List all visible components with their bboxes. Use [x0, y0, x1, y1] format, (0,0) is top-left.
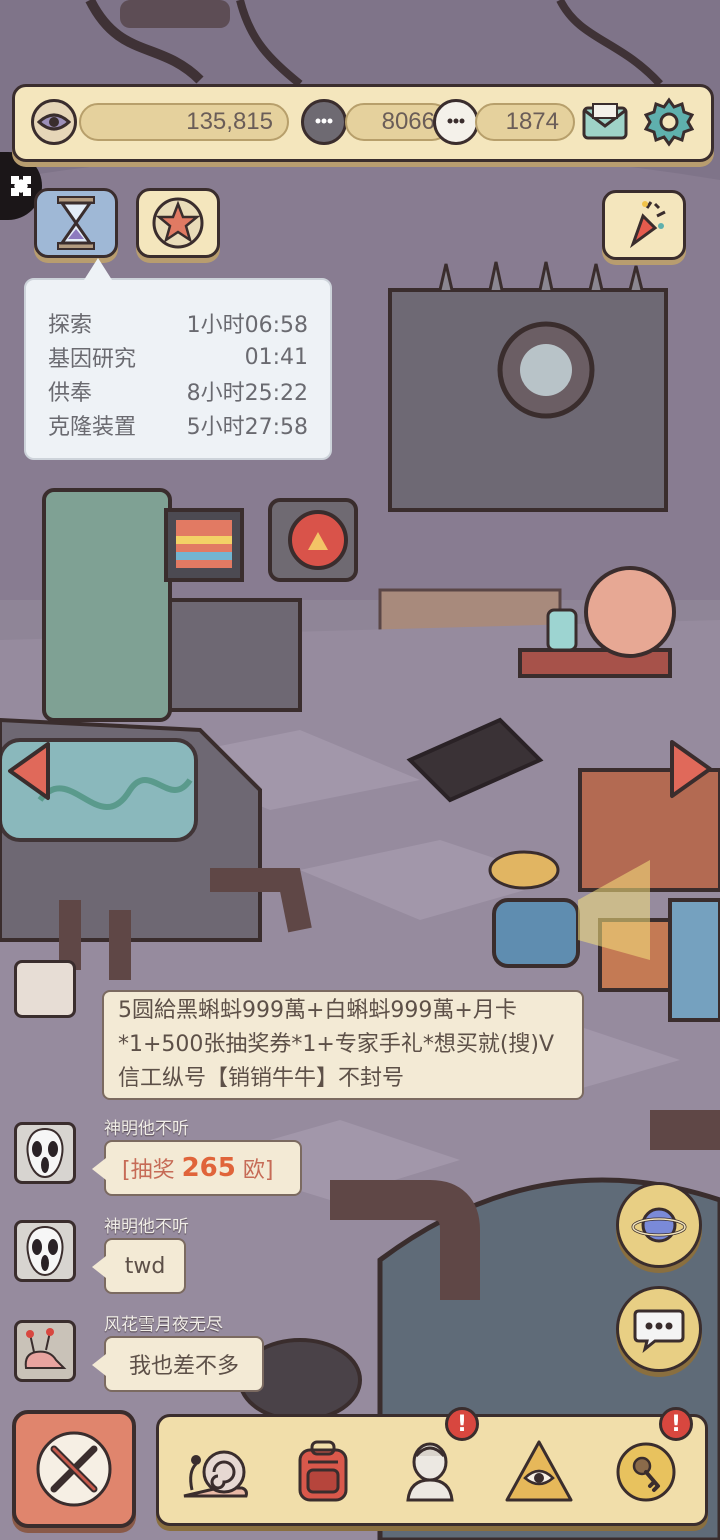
nav-snail[interactable] — [173, 1429, 257, 1513]
badge-symbol: ! — [456, 1411, 468, 1437]
previous-room-button[interactable] — [4, 740, 54, 802]
confetti-icon — [629, 201, 666, 249]
white-bubble-counter: 1874 — [475, 103, 575, 141]
lottery-prefix: [抽奖 — [122, 1158, 182, 1183]
sender-name: 神明他不听 — [104, 1119, 189, 1139]
main-action-button[interactable] — [12, 1410, 136, 1528]
white-bubble-value: 1874 — [505, 108, 559, 135]
backpack-icon — [298, 1440, 348, 1502]
snail-avatar-icon — [24, 1328, 67, 1369]
ghost-mask-icon — [26, 1127, 64, 1179]
eye-icon — [31, 99, 77, 145]
timer-row: 基因研究 01:41 — [48, 340, 308, 374]
timers-button[interactable] — [34, 188, 118, 258]
timer-time: 8小时25:22 — [186, 381, 308, 406]
badge-symbol: ! — [670, 1411, 682, 1437]
message-text: twd — [124, 1253, 166, 1279]
next-room-button[interactable] — [666, 738, 716, 800]
ghost-mask-icon — [26, 1225, 64, 1277]
sender-name: 神明他不听 — [104, 1217, 189, 1237]
avatar[interactable] — [14, 960, 76, 1018]
avatar[interactable] — [14, 1320, 76, 1382]
message-text: 我也差不多 — [128, 1354, 239, 1379]
mail-button[interactable] — [577, 97, 633, 147]
planet-icon — [631, 1207, 687, 1243]
snail-icon — [183, 1450, 248, 1498]
arrow-right-icon — [670, 740, 712, 798]
avatar[interactable] — [14, 1220, 76, 1282]
timer-time: 1小时06:58 — [186, 313, 308, 338]
achievements-button[interactable] — [136, 188, 220, 258]
gray-bubble-value: 8066 — [381, 108, 435, 135]
timer-row: 探索 1小时06:58 — [48, 306, 308, 340]
timer-row: 克隆装置 5小时27:58 — [48, 408, 308, 442]
lottery-amount: 265 — [181, 1153, 236, 1183]
chat-button[interactable] — [616, 1286, 702, 1372]
resource-bar: 135,815 8066 1874 — [12, 84, 714, 162]
pyramid-eye-icon — [505, 1440, 573, 1502]
notification-badge: ! — [659, 1407, 693, 1441]
timer-name: 克隆装置 — [48, 415, 137, 440]
mail-icon — [582, 103, 628, 140]
world-map-button[interactable] — [616, 1182, 702, 1268]
lottery-message: [抽奖 265 欧] — [92, 1140, 302, 1196]
hourglass-icon — [57, 196, 95, 250]
star-icon — [152, 197, 204, 249]
nav-key[interactable]: ! — [605, 1407, 693, 1513]
event-button[interactable] — [602, 190, 686, 260]
key-icon — [616, 1442, 676, 1502]
announcement-message: 5圆給黑蝌蚪999萬+白蝌蚪999萬+月卡*1+500张抽奖券*1+专家手礼*想… — [102, 990, 584, 1100]
bottom-nav: ! ! — [156, 1407, 708, 1526]
bust-icon — [406, 1442, 454, 1502]
nav-backpack[interactable] — [281, 1429, 365, 1513]
arrow-left-icon — [8, 742, 50, 800]
notification-badge: ! — [445, 1407, 479, 1441]
nav-pyramid[interactable] — [497, 1429, 581, 1513]
crossed-tools-icon — [36, 1431, 112, 1507]
gear-icon — [644, 97, 694, 147]
white-speech-icon — [433, 99, 479, 145]
timer-name: 供奉 — [48, 381, 93, 406]
chat-message: twd — [92, 1238, 186, 1294]
chat-icon — [633, 1309, 685, 1353]
puzzle-icon — [11, 176, 31, 196]
eye-value: 135,815 — [186, 108, 273, 135]
announcement-text: 5圆給黑蝌蚪999萬+白蝌蚪999萬+月卡*1+500张抽奖券*1+专家手礼*想… — [118, 998, 555, 1091]
timer-time: 01:41 — [244, 344, 308, 370]
timer-row: 供奉 8小时25:22 — [48, 374, 308, 408]
lottery-suffix: 欧] — [235, 1158, 274, 1183]
avatar[interactable] — [14, 1122, 76, 1184]
nav-bust[interactable]: ! — [389, 1407, 479, 1513]
chat-message: 我也差不多 — [92, 1336, 264, 1392]
sender-name: 风花雪月夜无尽 — [104, 1315, 223, 1335]
timer-time: 5小时27:58 — [186, 415, 308, 440]
gray-speech-icon — [301, 99, 347, 145]
timers-tooltip: 探索 1小时06:58 基因研究 01:41 供奉 8小时25:22 克隆装置 … — [24, 258, 332, 460]
timer-name: 基因研究 — [48, 347, 137, 372]
settings-button[interactable] — [641, 95, 697, 149]
timer-name: 探索 — [48, 313, 93, 338]
eye-counter: 135,815 — [79, 103, 289, 141]
